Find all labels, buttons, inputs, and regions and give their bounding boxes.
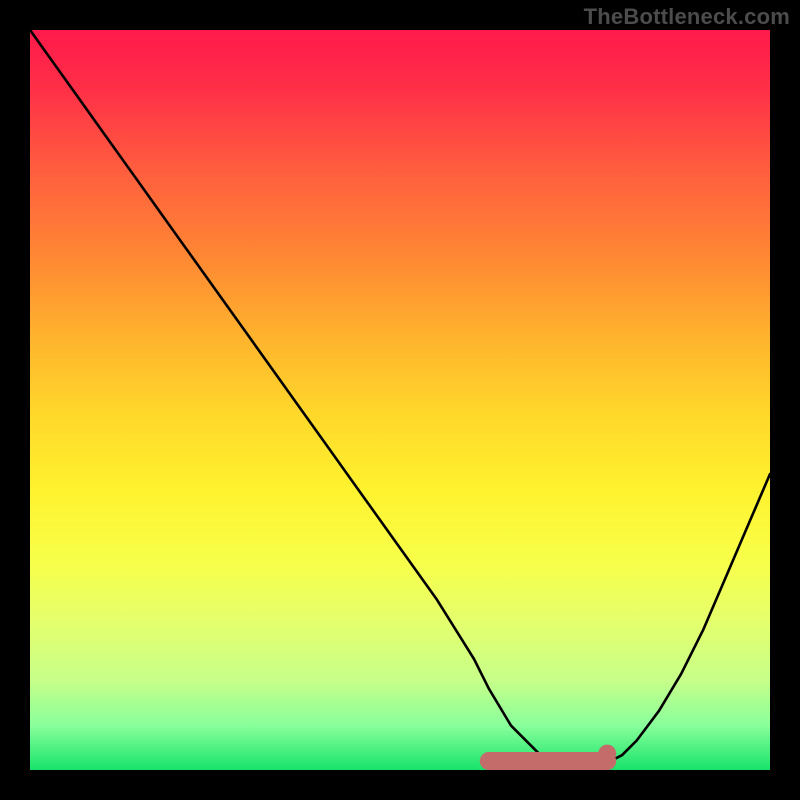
chart-stage: TheBottleneck.com <box>0 0 800 800</box>
chart-svg <box>30 30 770 770</box>
chart-plot-area <box>30 30 770 770</box>
watermark-text: TheBottleneck.com <box>584 4 790 30</box>
highlight-dot <box>598 745 616 763</box>
bottleneck-curve <box>30 30 770 770</box>
